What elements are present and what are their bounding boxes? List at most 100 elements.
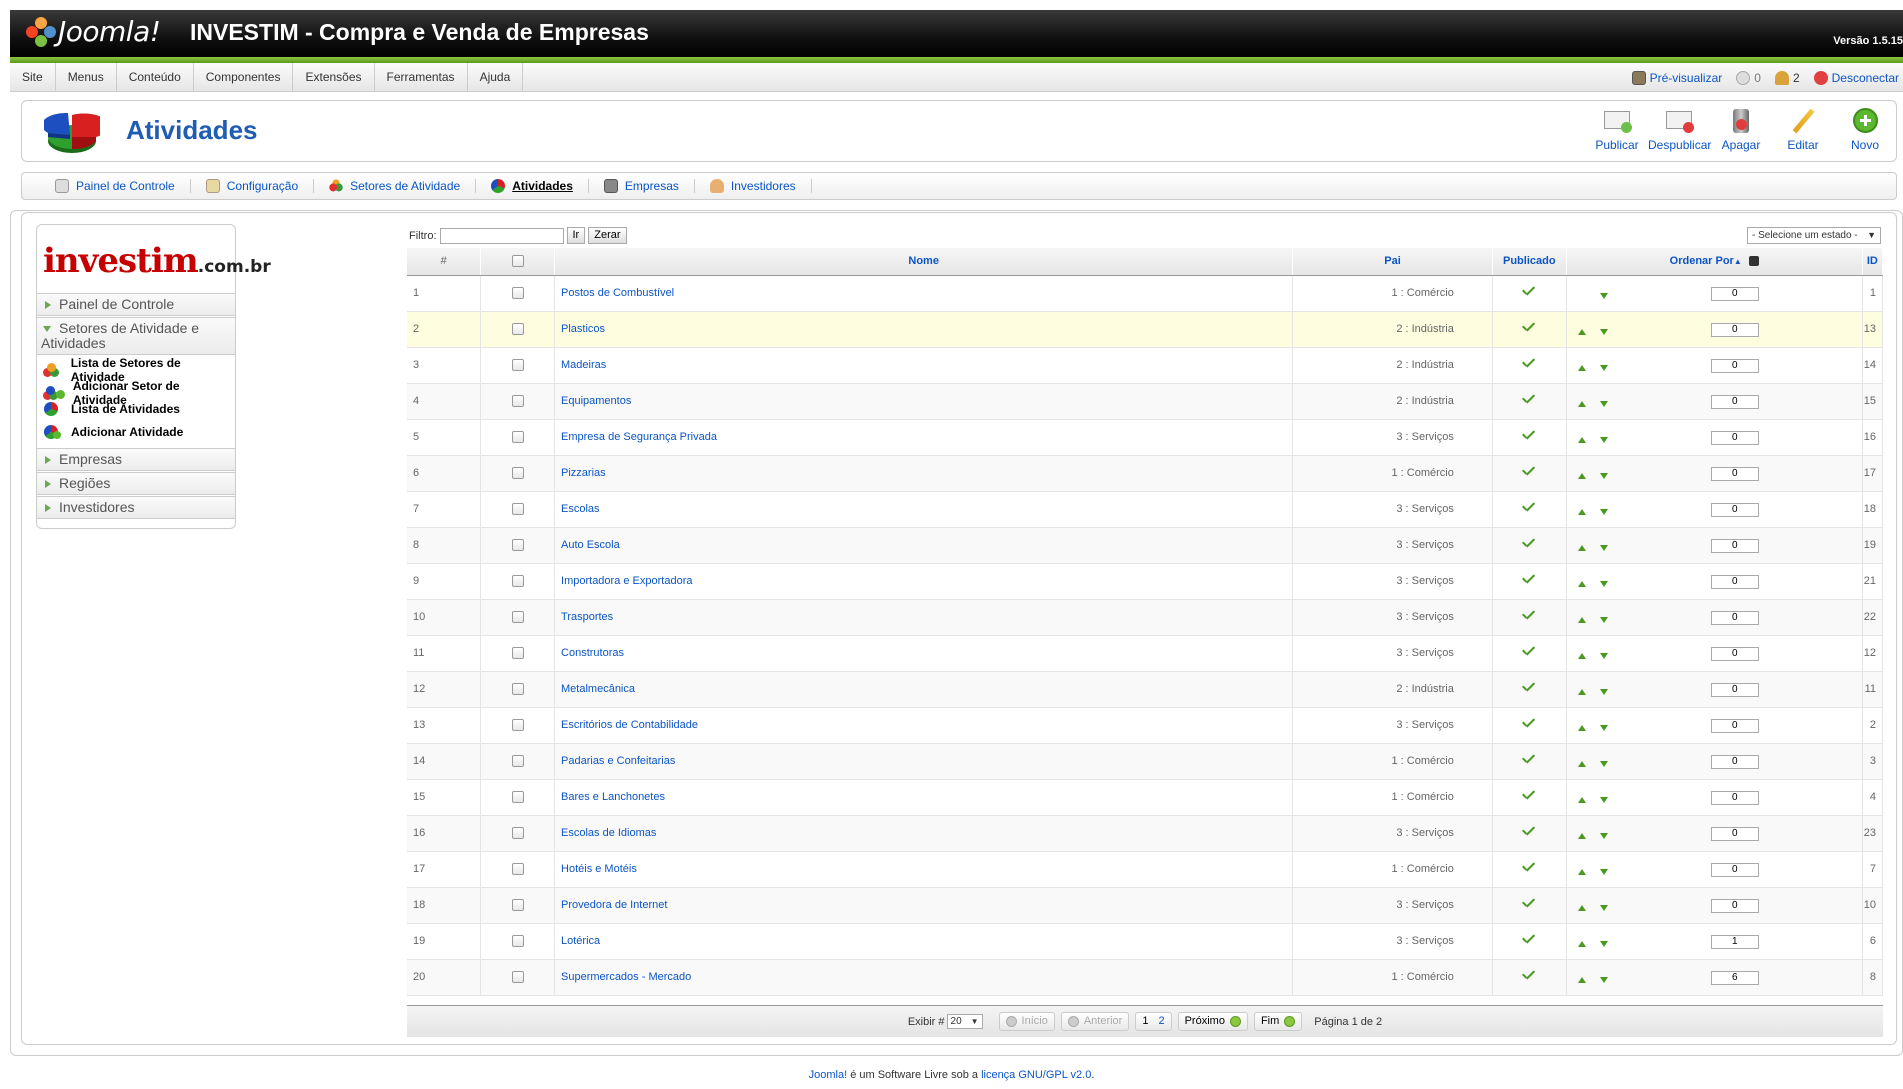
submenu-companies[interactable]: Empresas — [589, 179, 695, 193]
check-all-checkbox[interactable] — [511, 255, 524, 268]
row-name-link[interactable]: Escolas de Idiomas — [561, 827, 656, 839]
license-link[interactable]: licença GNU/GPL v2.0 — [981, 1069, 1091, 1081]
row-checkbox[interactable] — [511, 539, 524, 552]
row-checkbox[interactable] — [511, 611, 524, 624]
table-row[interactable]: 15 Bares e Lanchonetes 1 : Comércio 4 — [407, 779, 1884, 816]
row-checkbox[interactable] — [511, 467, 524, 480]
table-row[interactable]: 8 Auto Escola 3 : Serviços 19 — [407, 527, 1884, 564]
joomla-link[interactable]: Joomla! — [809, 1069, 848, 1081]
row-name-link[interactable]: Lotérica — [561, 935, 600, 947]
users-link[interactable]: 2 — [1774, 70, 1800, 85]
filter-input[interactable] — [439, 227, 564, 244]
row-name-link[interactable]: Pizzarias — [561, 467, 606, 479]
publish-button[interactable]: Publicar — [1586, 107, 1648, 152]
published-check-icon[interactable] — [1521, 682, 1537, 694]
menu-site[interactable]: Site — [10, 63, 56, 92]
published-check-icon[interactable] — [1521, 322, 1537, 334]
row-name-link[interactable]: Postos de Combustível — [561, 287, 674, 299]
row-checkbox[interactable] — [511, 899, 524, 912]
move-down-icon[interactable] — [1599, 724, 1608, 731]
menu-help[interactable]: Ajuda — [468, 63, 524, 92]
row-checkbox[interactable] — [511, 575, 524, 588]
row-checkbox[interactable] — [511, 827, 524, 840]
col-order-label[interactable]: Ordenar Por — [1670, 255, 1734, 267]
row-checkbox[interactable] — [511, 503, 524, 516]
row-name-link[interactable]: Importadora e Exportadora — [561, 575, 692, 587]
link-activities-list[interactable]: Lista de Atividades — [43, 402, 180, 416]
order-input[interactable] — [1710, 682, 1759, 697]
published-check-icon[interactable] — [1521, 826, 1537, 838]
accordion-control-panel[interactable]: Painel de Controle — [37, 293, 235, 316]
move-down-icon[interactable] — [1599, 544, 1608, 551]
published-check-icon[interactable] — [1521, 934, 1537, 946]
move-down-icon[interactable] — [1599, 904, 1608, 911]
move-down-icon[interactable] — [1599, 580, 1608, 587]
order-input[interactable] — [1710, 574, 1759, 589]
limit-select[interactable]: 20 ▼ — [946, 1014, 983, 1029]
published-check-icon[interactable] — [1521, 574, 1537, 586]
move-down-icon[interactable] — [1599, 796, 1608, 803]
move-down-icon[interactable] — [1599, 472, 1608, 479]
order-input[interactable] — [1710, 970, 1759, 985]
link-add-activity[interactable]: Adicionar Atividade — [43, 425, 183, 439]
row-checkbox[interactable] — [511, 719, 524, 732]
table-row[interactable]: 2 Plasticos 2 : Indústria 13 — [407, 311, 1884, 348]
published-check-icon[interactable] — [1521, 790, 1537, 802]
order-input[interactable] — [1710, 646, 1759, 661]
move-down-icon[interactable] — [1599, 868, 1608, 875]
logout-link[interactable]: Desconectar — [1813, 70, 1899, 85]
row-checkbox[interactable] — [511, 647, 524, 660]
move-up-icon[interactable] — [1577, 868, 1586, 875]
state-select[interactable]: - Selecione um estado - ▼ — [1747, 227, 1881, 244]
published-check-icon[interactable] — [1521, 502, 1537, 514]
edit-button[interactable]: Editar — [1772, 107, 1834, 152]
menu-content[interactable]: Conteúdo — [117, 63, 194, 92]
unpublish-button[interactable]: Despublicar — [1648, 107, 1711, 152]
move-down-icon[interactable] — [1599, 688, 1608, 695]
move-up-icon[interactable] — [1577, 760, 1586, 767]
table-row[interactable]: 13 Escritórios de Contabilidade 3 : Serviç… — [407, 707, 1884, 744]
row-name-link[interactable]: Bares e Lanchonetes — [561, 791, 665, 803]
table-row[interactable]: 16 Escolas de Idiomas 3 : Serviços 23 — [407, 815, 1884, 852]
row-name-link[interactable]: Auto Escola — [561, 539, 620, 551]
move-up-icon[interactable] — [1577, 328, 1586, 335]
move-down-icon[interactable] — [1599, 976, 1608, 983]
move-down-icon[interactable] — [1599, 508, 1608, 515]
row-checkbox[interactable] — [511, 863, 524, 876]
published-check-icon[interactable] — [1521, 718, 1537, 730]
move-down-icon[interactable] — [1599, 652, 1608, 659]
new-button[interactable]: Novo — [1834, 107, 1896, 152]
filter-reset-button[interactable]: Zerar — [588, 227, 627, 244]
published-check-icon[interactable] — [1521, 610, 1537, 622]
submenu-configuration[interactable]: Configuração — [191, 179, 315, 193]
order-input[interactable] — [1710, 466, 1759, 481]
table-row[interactable]: 20 Supermercados - Mercado 1 : Comércio 8 — [407, 959, 1884, 996]
filter-go-button[interactable]: Ir — [566, 227, 586, 244]
move-up-icon[interactable] — [1577, 940, 1586, 947]
order-input[interactable] — [1710, 610, 1759, 625]
page-1[interactable]: 1 — [1142, 1013, 1148, 1030]
accordion-sectors[interactable]: Setores de Atividade e Atividades — [37, 317, 235, 355]
row-checkbox[interactable] — [511, 323, 524, 336]
order-input[interactable] — [1710, 934, 1759, 949]
row-name-link[interactable]: Equipamentos — [561, 395, 631, 407]
move-up-icon[interactable] — [1577, 724, 1586, 731]
table-row[interactable]: 4 Equipamentos 2 : Indústria 15 — [407, 383, 1884, 420]
move-up-icon[interactable] — [1577, 796, 1586, 803]
move-up-icon[interactable] — [1577, 400, 1586, 407]
accordion-regions[interactable]: Regiões — [37, 472, 235, 495]
move-up-icon[interactable] — [1577, 976, 1586, 983]
row-name-link[interactable]: Madeiras — [561, 359, 606, 371]
order-input[interactable] — [1710, 718, 1759, 733]
order-input[interactable] — [1710, 286, 1759, 301]
row-checkbox[interactable] — [511, 935, 524, 948]
preview-link[interactable]: Pré-visualizar — [1631, 70, 1722, 85]
order-input[interactable] — [1710, 790, 1759, 805]
published-check-icon[interactable] — [1521, 754, 1537, 766]
page-start-button[interactable]: Início — [998, 1012, 1055, 1031]
published-check-icon[interactable] — [1521, 358, 1537, 370]
move-up-icon[interactable] — [1577, 580, 1586, 587]
row-checkbox[interactable] — [511, 359, 524, 372]
menu-menus[interactable]: Menus — [56, 63, 117, 92]
published-check-icon[interactable] — [1521, 898, 1537, 910]
